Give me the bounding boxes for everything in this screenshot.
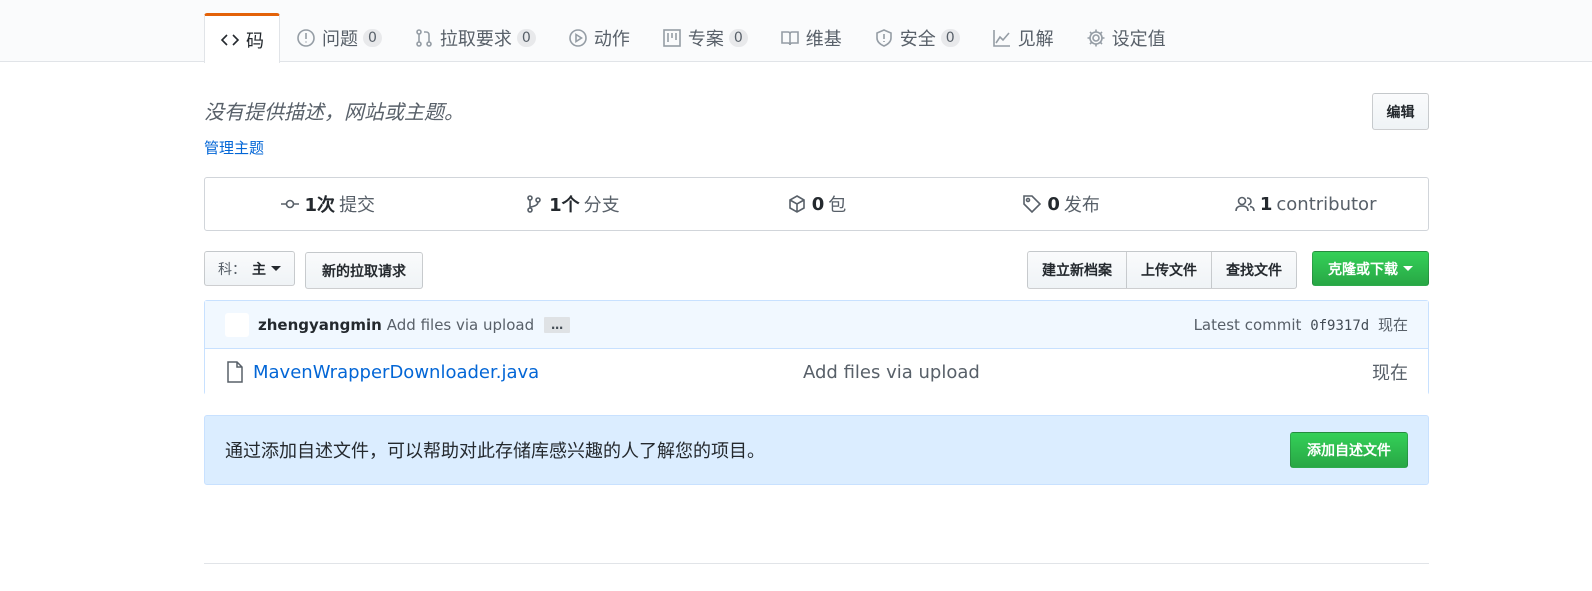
tab-counter: 0	[516, 28, 536, 47]
expand-commit-button[interactable]: …	[544, 316, 571, 333]
releases-link[interactable]: 0 发布	[939, 178, 1184, 230]
play-icon	[568, 28, 588, 48]
repo-nav-bar: 码 问题 0 拉取要求 0 动作 专案 0 维基 安全 0 见解 设定值	[0, 0, 1592, 63]
release-count: 0	[1047, 193, 1060, 215]
file-age: 现在	[1372, 363, 1408, 384]
file-commit-message[interactable]: Add files via upload	[803, 362, 980, 383]
gear-icon	[1086, 28, 1106, 48]
readme-prompt-text: 通过添加自述文件，可以帮助对此存储库感兴趣的人了解您的项目。	[225, 441, 765, 462]
clone-label: 克隆或下载	[1328, 261, 1398, 278]
branch-icon	[527, 195, 541, 213]
package-icon	[788, 195, 805, 213]
file-list: zhengyangmin Add files via upload … Late…	[204, 300, 1429, 395]
commit-age: 现在	[1377, 316, 1408, 334]
package-label: 包	[828, 195, 847, 216]
people-icon	[1235, 196, 1255, 212]
repo-tabs: 码 问题 0 拉取要求 0 动作 专案 0 维基 安全 0 见解 设定值	[204, 13, 1182, 63]
readme-prompt: 通过添加自述文件，可以帮助对此存储库感兴趣的人了解您的项目。 添加自述文件	[204, 415, 1429, 485]
tab-actions[interactable]: 动作	[552, 13, 646, 62]
chevron-down-icon	[1403, 266, 1413, 271]
list-item: MavenWrapperDownloader.java Add files vi…	[205, 349, 1428, 395]
tab-code[interactable]: 码	[204, 13, 280, 63]
book-icon	[780, 28, 800, 48]
tab-settings[interactable]: 设定值	[1070, 13, 1182, 62]
tab-label: 设定值	[1111, 28, 1166, 50]
commit-icon	[280, 199, 299, 209]
tab-label: 问题	[322, 28, 358, 50]
tab-security[interactable]: 安全 0	[858, 13, 976, 62]
latest-commit-row: zhengyangmin Add files via upload … Late…	[205, 301, 1428, 349]
tab-pull-requests[interactable]: 拉取要求 0	[398, 13, 552, 62]
commit-message[interactable]: Add files via upload	[387, 316, 534, 334]
file-icon	[227, 361, 243, 383]
tab-issues[interactable]: 问题 0	[280, 13, 398, 62]
latest-commit-label: Latest commit	[1193, 316, 1302, 334]
tab-label: 码	[246, 30, 264, 52]
new-pull-request-button[interactable]: 新的拉取请求	[305, 252, 423, 289]
repo-summary-bar: 1次 提交 1个 分支 0 包 0 发布 1 contributor	[204, 177, 1429, 231]
project-icon	[662, 28, 682, 48]
branch-label: 分支	[583, 195, 620, 216]
add-readme-button[interactable]: 添加自述文件	[1290, 432, 1408, 468]
package-count: 0	[811, 193, 825, 215]
tab-counter: 0	[940, 28, 960, 47]
code-icon	[220, 30, 240, 50]
tab-label: 见解	[1017, 28, 1054, 50]
tab-projects[interactable]: 专案 0	[646, 13, 764, 62]
pull-request-icon	[414, 28, 434, 48]
tab-counter: 0	[728, 28, 748, 47]
commit-author[interactable]: zhengyangmin	[258, 316, 382, 334]
manage-topics-link[interactable]: 管理主题	[204, 137, 264, 158]
create-file-button[interactable]: 建立新档案	[1027, 251, 1127, 289]
divider	[204, 563, 1429, 564]
contributor-count: 1	[1259, 193, 1273, 215]
branch-select-value: 主	[252, 261, 266, 278]
tab-label: 拉取要求	[439, 28, 512, 50]
tab-wiki[interactable]: 维基	[764, 13, 858, 62]
tab-label: 维基	[805, 28, 842, 50]
commit-count: 1次	[304, 195, 336, 216]
commit-meta: Latest commit 0f9317d 现在	[1194, 314, 1408, 335]
issue-icon	[296, 28, 316, 48]
commit-label: 提交	[339, 195, 376, 216]
tag-icon	[1023, 195, 1042, 214]
clone-download-button[interactable]: 克隆或下载	[1312, 251, 1429, 286]
edit-description-button[interactable]: 编辑	[1372, 93, 1429, 130]
packages-link[interactable]: 0 包	[694, 178, 939, 230]
tab-counter: 0	[363, 28, 382, 47]
file-name-link[interactable]: MavenWrapperDownloader.java	[253, 362, 803, 383]
avatar[interactable]	[225, 312, 249, 337]
commits-link[interactable]: 1次 提交	[205, 178, 450, 230]
contributors-link[interactable]: 1 contributor	[1183, 178, 1428, 230]
repo-description: 没有提供描述，网站或主题。	[204, 100, 464, 124]
find-file-button[interactable]: 查找文件	[1211, 251, 1297, 289]
commit-sha[interactable]: 0f9317d	[1310, 318, 1369, 334]
tab-label: 专案	[687, 28, 724, 50]
upload-files-button[interactable]: 上传文件	[1126, 251, 1212, 289]
file-actions-group: 建立新档案 上传文件 查找文件	[1027, 251, 1297, 289]
chevron-down-icon	[271, 266, 281, 271]
branch-select-button[interactable]: 科： 主	[204, 251, 295, 286]
tab-label: 动作	[593, 28, 630, 50]
branch-select-label: 科：	[218, 261, 246, 278]
release-label: 发布	[1063, 195, 1100, 216]
tab-label: 安全	[899, 28, 936, 50]
branch-count: 1个	[549, 195, 580, 216]
branches-link[interactable]: 1个 分支	[450, 178, 695, 230]
shield-icon	[874, 28, 894, 48]
tab-insights[interactable]: 见解	[976, 13, 1070, 62]
graph-icon	[992, 28, 1012, 48]
contributor-label: contributor	[1276, 193, 1377, 215]
